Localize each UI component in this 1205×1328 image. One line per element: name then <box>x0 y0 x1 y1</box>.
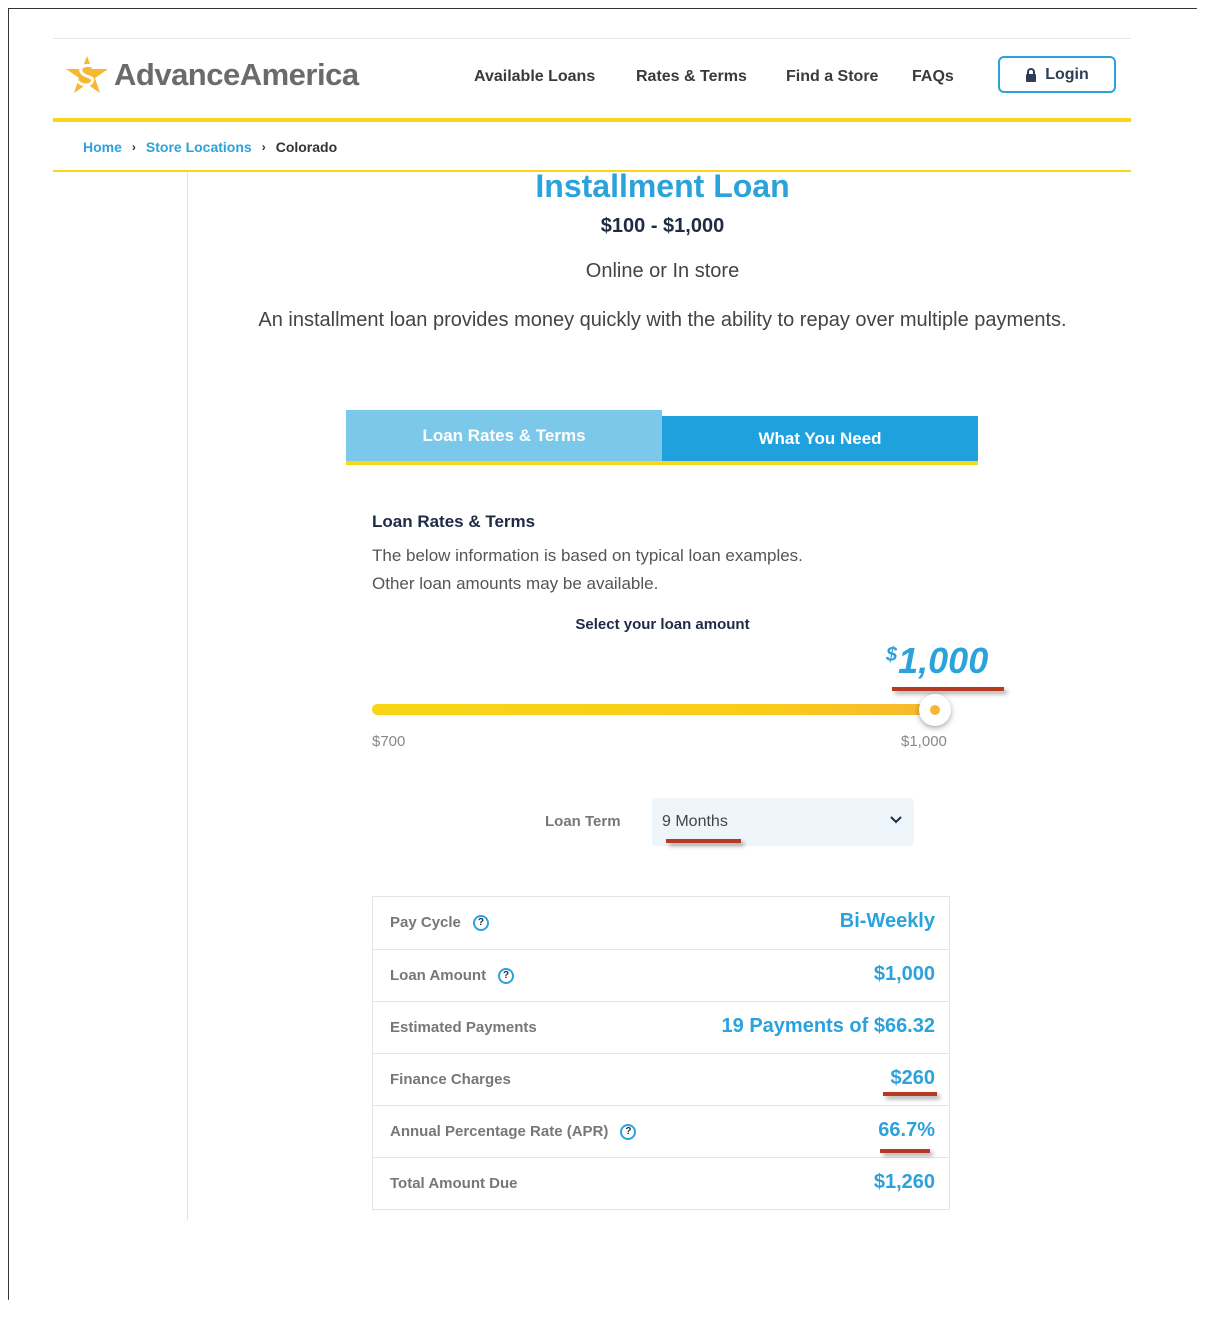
loan-details-table: Pay Cycle ? Bi-Weekly Loan Amount ? $1,0… <box>372 896 950 1210</box>
loan-channel: Online or In store <box>585 260 740 282</box>
total-due-label: Total Amount Due <box>390 1175 518 1192</box>
table-row-pay-cycle: Pay Cycle ? Bi-Weekly <box>373 897 949 949</box>
breadcrumb-chevron-icon: › <box>261 140 266 154</box>
estimated-payments-value: 19 Payments of $66.32 <box>721 1015 935 1037</box>
chevron-down-icon <box>890 816 902 824</box>
nav-rates-terms[interactable]: Rates & Terms <box>636 68 747 86</box>
breadcrumb-home[interactable]: Home <box>83 139 122 155</box>
breadcrumb-store-locations[interactable]: Store Locations <box>146 139 252 155</box>
panel-info-line-1: The below information is based on typica… <box>372 546 803 565</box>
loan-range: $100 - $1,000 <box>600 215 725 237</box>
finance-charges-label: Finance Charges <box>390 1071 511 1088</box>
table-row-loan-amount: Loan Amount ? $1,000 <box>373 949 949 1001</box>
login-label: Login <box>1045 65 1089 83</box>
table-row-label: Loan Amount ? <box>390 967 515 984</box>
table-row-label: Annual Percentage Rate (APR) ? <box>390 1123 637 1140</box>
content-left-border <box>187 172 188 1220</box>
selected-loan-amount: $ 1,000 <box>886 640 988 682</box>
apr-label: Annual Percentage Rate (APR) <box>390 1123 609 1140</box>
logo-star-icon <box>66 56 108 93</box>
breadcrumb-current: Colorado <box>275 139 338 155</box>
login-button[interactable]: Login <box>998 56 1116 93</box>
tab-loan-rates-terms[interactable]: Loan Rates & Terms <box>346 410 662 462</box>
table-row-label: Pay Cycle ? <box>390 914 489 931</box>
advance-america-logo[interactable]: AdvanceAmerica <box>62 54 359 96</box>
breadcrumb: Home › Store Locations › Colorado <box>83 139 337 155</box>
nav-available-loans[interactable]: Available Loans <box>474 68 595 86</box>
header-yellow-divider <box>53 118 1131 122</box>
loan-description: An installment loan provides money quick… <box>258 309 1067 331</box>
amount-currency-symbol: $ <box>886 644 898 666</box>
loan-amount-value: $1,000 <box>873 963 935 985</box>
panel-info-line-2: Other loan amounts may be available. <box>372 574 659 593</box>
panel-title: Loan Rates & Terms <box>372 512 536 531</box>
breadcrumb-chevron-icon: › <box>131 140 136 154</box>
annotation-underline-apr <box>880 1149 930 1153</box>
tabs-yellow-underline <box>346 461 978 465</box>
nav-find-a-store[interactable]: Find a Store <box>786 68 878 86</box>
pay-cycle-label: Pay Cycle <box>390 914 461 931</box>
apr-value: 66.7% <box>878 1119 935 1141</box>
help-icon[interactable]: ? <box>498 967 515 984</box>
loan-amount-slider-track[interactable] <box>372 704 938 715</box>
table-row-total-due: Total Amount Due $1,260 <box>373 1157 949 1209</box>
loan-term-value: 9 Months <box>662 813 728 830</box>
total-due-value: $1,260 <box>873 1171 935 1193</box>
loan-amount-slider-handle[interactable] <box>919 694 951 726</box>
tab-what-you-need[interactable]: What You Need <box>662 416 978 462</box>
nav-faqs[interactable]: FAQs <box>912 68 954 86</box>
amount-value: 1,000 <box>898 640 989 681</box>
slider-handle-dot <box>930 705 940 715</box>
lock-icon <box>1026 67 1037 82</box>
logo-text: AdvanceAmerica <box>114 57 359 92</box>
finance-charges-value: $260 <box>890 1067 936 1089</box>
loan-term-label: Loan Term <box>545 813 621 830</box>
annotation-underline-finance <box>883 1092 937 1096</box>
annotation-underline-amount <box>892 687 1004 691</box>
table-row-apr: Annual Percentage Rate (APR) ? 66.7% <box>373 1105 949 1157</box>
annotation-underline-term <box>666 839 741 843</box>
loan-tabs: Loan Rates & Terms What You Need <box>346 410 978 462</box>
estimated-payments-label: Estimated Payments <box>390 1019 537 1036</box>
slider-min-label: $700 <box>372 733 406 750</box>
select-amount-label: Select your loan amount <box>575 616 750 633</box>
loan-amount-label: Loan Amount <box>390 967 487 984</box>
page-title: Installment Loan <box>535 168 790 204</box>
pay-cycle-value: Bi-Weekly <box>839 910 935 932</box>
help-icon[interactable]: ? <box>472 914 489 931</box>
header-top-divider <box>53 38 1131 39</box>
table-row-finance-charges: Finance Charges $260 <box>373 1053 949 1105</box>
help-icon[interactable]: ? <box>620 1123 637 1140</box>
slider-max-label: $1,000 <box>901 733 947 750</box>
table-row-estimated-payments: Estimated Payments 19 Payments of $66.32 <box>373 1001 949 1053</box>
